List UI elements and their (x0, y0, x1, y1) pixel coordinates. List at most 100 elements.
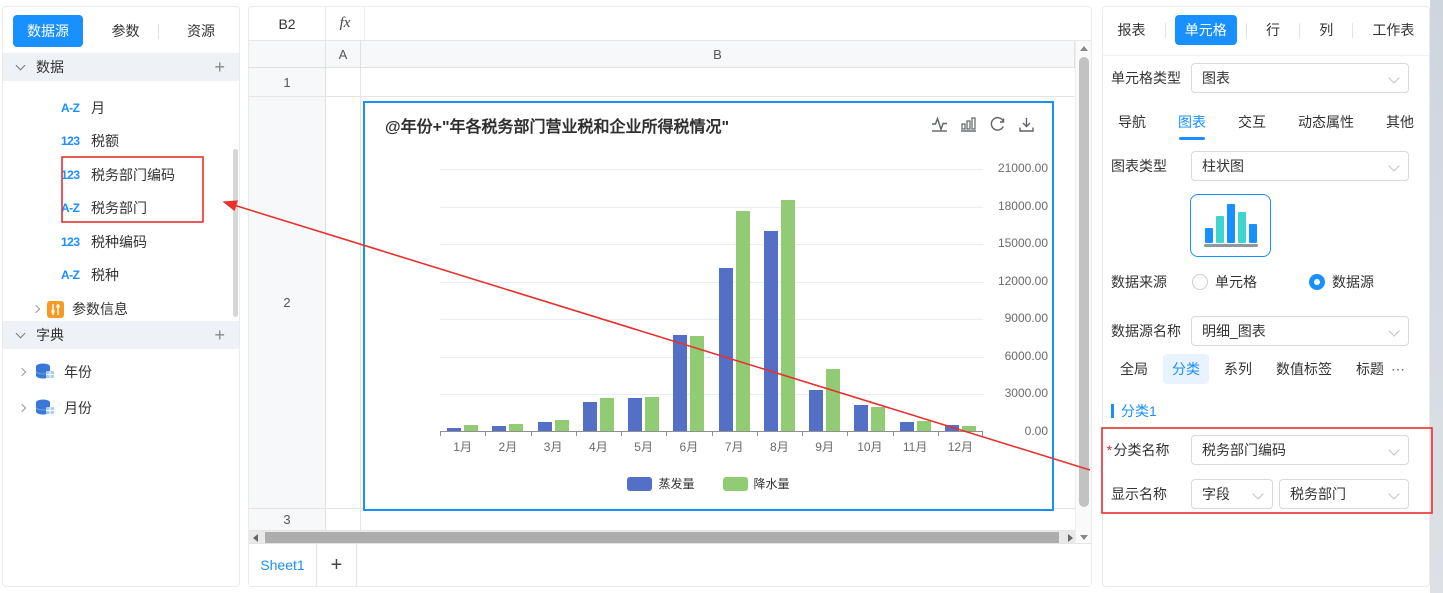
row-header-3[interactable]: 3 (249, 509, 326, 531)
tab-resources[interactable]: 资源 (169, 15, 233, 47)
chart-toolbar (930, 115, 1036, 134)
cell-b3[interactable] (361, 509, 1091, 531)
category-name-value: 税务部门编码 (1202, 440, 1286, 460)
cfgtab-overflow-icon[interactable]: ⋯ (1389, 356, 1407, 383)
column-header-b[interactable]: B (361, 41, 1075, 67)
bar-蒸发量-2月 (492, 426, 506, 431)
row-header-2[interactable]: 2 (249, 97, 326, 509)
cell-type-select[interactable]: 图表 (1191, 63, 1409, 93)
refresh-icon[interactable] (988, 115, 1007, 134)
section-header-dict[interactable]: 字典 + (3, 321, 239, 349)
tab-column[interactable]: 列 (1309, 15, 1343, 45)
subtab-dynamic-props[interactable]: 动态属性 (1296, 106, 1356, 138)
fx-button[interactable]: fx (326, 15, 364, 32)
chart-object[interactable]: @年份+"年各税务部门营业税和企业所得税情况" (363, 101, 1054, 511)
tab-row[interactable]: 行 (1256, 15, 1290, 45)
bar-chart-type-thumbnail[interactable] (1190, 194, 1271, 257)
add-icon[interactable]: + (214, 326, 225, 344)
field-item-tax-dept-code[interactable]: 123 税务部门编码 (3, 160, 175, 190)
x-tick-label: 4月 (576, 438, 621, 455)
radio-cell[interactable] (1192, 274, 1208, 290)
field-item-month[interactable]: A-Z 月 (3, 93, 105, 123)
vertical-scrollbar[interactable] (1075, 41, 1091, 545)
field-label: 税务部门编码 (91, 165, 175, 185)
cfgtab-category[interactable]: 分类 (1163, 354, 1209, 384)
y-tick-label: 18000.00 (984, 199, 1048, 213)
properties-tabs: 报表 单元格 行 列 工作表 (1103, 15, 1429, 45)
column-header-a[interactable]: A (326, 41, 361, 67)
display-type-select[interactable]: 字段 (1191, 479, 1273, 509)
add-icon[interactable]: + (214, 58, 225, 76)
field-item-tax-dept[interactable]: A-Z 税务部门 (3, 193, 147, 223)
display-field-select[interactable]: 税务部门 (1279, 479, 1409, 509)
tab-report[interactable]: 报表 (1108, 15, 1156, 45)
add-sheet-button[interactable]: + (317, 544, 357, 586)
vertical-scroll-thumb[interactable] (1079, 57, 1089, 507)
param-info-item[interactable]: 参数信息 (3, 294, 128, 324)
category-name-select[interactable]: 税务部门编码 (1191, 435, 1409, 465)
sidebar-scrollbar[interactable] (233, 149, 238, 317)
field-item-tax-amount[interactable]: 123 税额 (3, 126, 119, 156)
field-item-tax-type[interactable]: A-Z 税种 (3, 260, 119, 290)
bar-降水量-7月 (736, 211, 750, 431)
x-tick-label: 8月 (757, 438, 802, 455)
category-name-row: *分类名称 税务部门编码 (1103, 435, 1429, 465)
display-name-label: 显示名称 (1111, 484, 1167, 504)
cell-a3[interactable] (326, 509, 361, 531)
corner-cell[interactable] (249, 41, 326, 67)
tab-parameters[interactable]: 参数 (94, 15, 158, 47)
radio-datasource-label[interactable]: 数据源 (1332, 272, 1374, 292)
tab-cell[interactable]: 单元格 (1175, 15, 1237, 45)
scroll-left-icon[interactable] (253, 534, 258, 542)
chevron-down-icon (16, 329, 26, 339)
dict-item-year[interactable]: 年份 (3, 357, 92, 387)
line-chart-icon[interactable] (930, 115, 949, 134)
cell-a1[interactable] (326, 68, 361, 97)
section-header-data[interactable]: 数据 + (3, 53, 239, 81)
tab-worksheet[interactable]: 工作表 (1362, 15, 1424, 45)
cell-b1[interactable] (361, 68, 1091, 97)
bar-chart-icon[interactable] (959, 115, 978, 134)
x-tick (621, 432, 622, 436)
row-header-1[interactable]: 1 (249, 68, 326, 97)
subtab-other[interactable]: 其他 (1384, 106, 1416, 138)
scroll-down-icon[interactable] (1080, 535, 1088, 540)
y-tick-label: 6000.00 (984, 349, 1048, 363)
cfgtab-title[interactable]: 标题 (1347, 354, 1383, 384)
cfgtab-value-label[interactable]: 数值标签 (1267, 354, 1341, 384)
bar-降水量-3月 (555, 420, 569, 431)
item-label: 月份 (64, 398, 92, 418)
radio-cell-label[interactable]: 单元格 (1215, 272, 1257, 292)
divider (158, 24, 159, 39)
chevron-down-icon (16, 61, 26, 71)
radio-datasource[interactable] (1309, 274, 1325, 290)
subtab-navigation[interactable]: 导航 (1116, 106, 1148, 138)
legend-item-降水量[interactable]: 降水量 (723, 475, 790, 492)
chart-type-row: 图表类型 柱状图 (1103, 151, 1429, 181)
field-item-tax-type-code[interactable]: 123 税种编码 (3, 227, 147, 257)
tab-datasource[interactable]: 数据源 (13, 15, 83, 47)
cell-a2[interactable] (326, 97, 361, 509)
cfgtab-global[interactable]: 全局 (1111, 354, 1157, 384)
scroll-right-icon[interactable] (1068, 534, 1073, 542)
x-tick-label: 5月 (621, 438, 666, 455)
scroll-up-icon[interactable] (1080, 46, 1088, 51)
download-icon[interactable] (1017, 115, 1036, 134)
cell-name-box[interactable]: B2 (249, 7, 326, 41)
y-tick-label: 21000.00 (984, 161, 1048, 175)
cfgtab-series[interactable]: 系列 (1215, 354, 1261, 384)
datasource-name-select[interactable]: 明细_图表 (1191, 316, 1409, 346)
number-type-icon: 123 (61, 168, 91, 182)
x-tick-label: 12月 (938, 438, 983, 455)
legend-item-蒸发量[interactable]: 蒸发量 (627, 475, 694, 492)
item-label: 参数信息 (72, 299, 128, 319)
subtab-interaction[interactable]: 交互 (1236, 106, 1268, 138)
formula-bar: B2 fx (249, 7, 1091, 41)
subtab-chart[interactable]: 图表 (1176, 106, 1208, 138)
dict-item-month[interactable]: 月份 (3, 393, 92, 423)
chart-type-select[interactable]: 柱状图 (1191, 151, 1409, 181)
sheet-tab[interactable]: Sheet1 (249, 544, 317, 586)
bar-降水量-2月 (509, 424, 523, 431)
formula-input[interactable] (364, 7, 1091, 40)
chart-title: @年份+"年各税务部门营业税和企业所得税情况" (385, 113, 729, 137)
